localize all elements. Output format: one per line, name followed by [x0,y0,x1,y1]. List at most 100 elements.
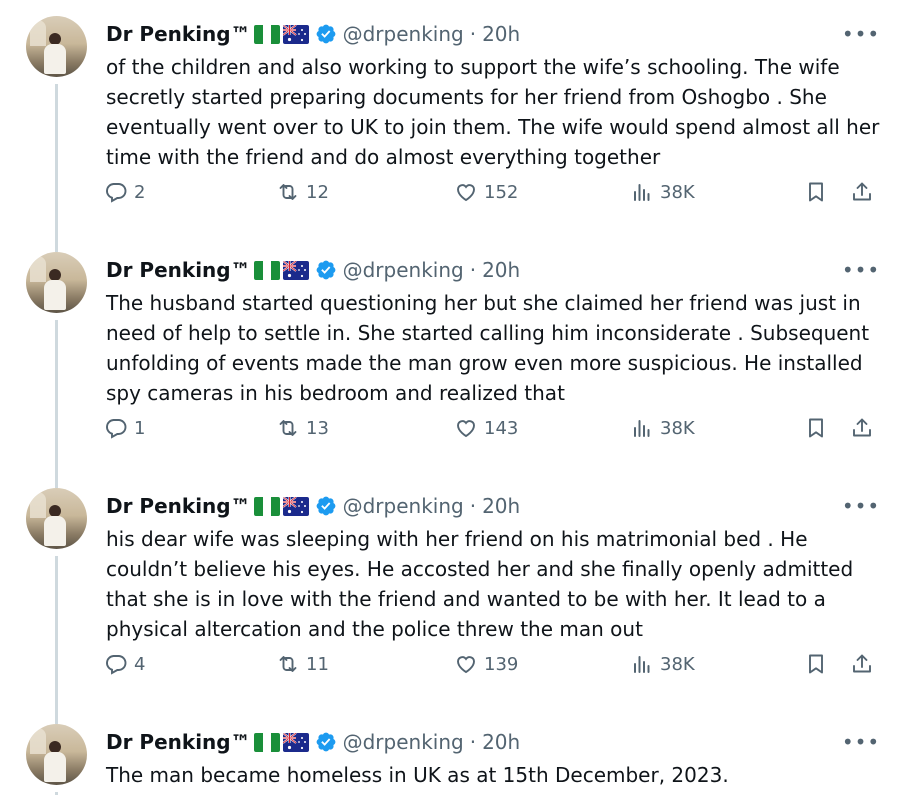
share-icon [853,654,871,673]
tweet[interactable]: Dr Penking™ @drpenking · 20h ••• of the … [0,0,901,252]
separator-dot: · [469,258,477,282]
share-icon [853,182,871,201]
tweet[interactable]: Dr Penking™ @drpenking · 20h ••• his dea… [0,472,901,724]
views-button[interactable]: 38K [630,648,695,680]
views-count: 38K [660,653,695,675]
heart-icon [457,420,475,438]
share-button[interactable] [850,412,874,444]
share-icon [853,418,871,437]
bookmark-button[interactable] [804,648,828,680]
views-button[interactable]: 38K [630,412,695,444]
heart-icon [457,184,475,202]
bookmark-icon [809,418,823,438]
australia-flag-icon [282,496,309,516]
tweet[interactable]: Dr Penking™ @drpenking · 20h ••• The man… [0,708,901,795]
tweet-text: The husband started questioning her but … [106,291,870,405]
tweet-text: his dear wife was sleeping with her frie… [106,527,854,641]
repost-icon [279,420,297,436]
bookmark-button[interactable] [804,412,828,444]
author-name[interactable]: Dr Penking™ [106,494,251,518]
tweet-time[interactable]: 20h [482,730,520,754]
like-button[interactable]: 143 [454,412,518,444]
australia-flag-icon [282,260,309,280]
nigeria-flag-icon [253,732,280,752]
verified-badge-icon [316,732,336,752]
verified-badge-icon [316,260,336,280]
repost-icon [279,656,297,672]
views-icon [634,656,650,673]
like-button[interactable]: 139 [454,648,518,680]
tweet-time[interactable]: 20h [482,258,520,282]
author-name[interactable]: Dr Penking™ [106,730,251,754]
nigeria-flag-icon [253,260,280,280]
author-name[interactable]: Dr Penking™ [106,22,251,46]
separator-dot: · [469,730,477,754]
tweet-header: Dr Penking™ @drpenking · 20h [106,728,520,756]
repost-count: 11 [306,653,329,675]
more-icon[interactable]: ••• [842,492,879,520]
tweet[interactable]: Dr Penking™ @drpenking · 20h ••• The hus… [0,236,901,488]
nigeria-flag-icon [253,24,280,44]
tweet-time[interactable]: 20h [482,22,520,46]
reply-button[interactable]: 2 [104,176,145,208]
reply-count: 2 [134,181,146,203]
thread-line [55,84,58,252]
heart-icon [457,656,475,674]
author-handle[interactable]: @drpenking [343,494,464,518]
tweet-text: of the children and also working to supp… [106,55,880,169]
reply-icon [106,419,127,439]
like-button[interactable]: 152 [454,176,518,208]
author-handle[interactable]: @drpenking [343,730,464,754]
bookmark-icon [809,182,823,202]
more-icon[interactable]: ••• [842,728,879,756]
tweet-actions: 2 12 152 38K [104,176,884,208]
author-handle[interactable]: @drpenking [343,22,464,46]
avatar[interactable] [26,724,87,785]
like-count: 143 [484,417,519,439]
tweet-header: Dr Penking™ @drpenking · 20h [106,492,520,520]
reply-icon [106,183,127,203]
author-handle[interactable]: @drpenking [343,258,464,282]
views-icon [634,184,650,201]
more-icon[interactable]: ••• [842,256,879,284]
views-button[interactable]: 38K [630,176,695,208]
views-count: 38K [660,181,695,203]
separator-dot: · [469,22,477,46]
tweet-actions: 4 11 139 38K [104,648,884,680]
tweet-text: The man became homeless in UK as at 15th… [106,763,729,787]
australia-flag-icon [282,24,309,44]
reply-icon [106,655,127,675]
share-button[interactable] [850,176,874,208]
avatar[interactable] [26,252,87,313]
author-name[interactable]: Dr Penking™ [106,258,251,282]
repost-button[interactable]: 11 [276,648,329,680]
bookmark-icon [809,654,823,674]
reply-button[interactable]: 4 [104,648,145,680]
verified-badge-icon [316,24,336,44]
repost-button[interactable]: 12 [276,176,329,208]
nigeria-flag-icon [253,496,280,516]
tweet-header: Dr Penking™ @drpenking · 20h [106,20,520,48]
repost-count: 13 [306,417,329,439]
reply-button[interactable]: 1 [104,412,145,444]
like-count: 152 [484,181,519,203]
repost-icon [279,184,297,200]
tweet-header: Dr Penking™ @drpenking · 20h [106,256,520,284]
reply-count: 4 [134,653,146,675]
separator-dot: · [469,494,477,518]
reply-count: 1 [134,417,146,439]
australia-flag-icon [282,732,309,752]
views-icon [634,420,650,437]
avatar[interactable] [26,488,87,549]
avatar[interactable] [26,16,87,77]
tweet-time[interactable]: 20h [482,494,520,518]
repost-count: 12 [306,181,329,203]
views-count: 38K [660,417,695,439]
thread-line [55,556,58,724]
bookmark-button[interactable] [804,176,828,208]
verified-badge-icon [316,496,336,516]
more-icon[interactable]: ••• [842,20,879,48]
repost-button[interactable]: 13 [276,412,329,444]
tweet-actions: 1 13 143 38K [104,412,884,444]
share-button[interactable] [850,648,874,680]
